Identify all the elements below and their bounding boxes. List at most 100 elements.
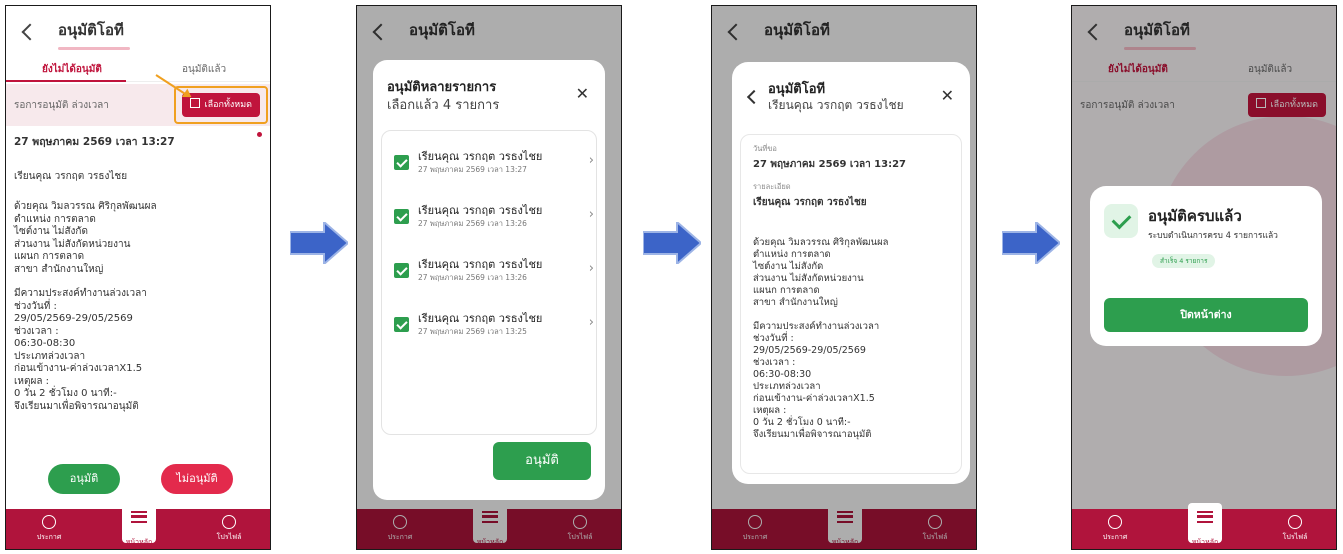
close-icon[interactable]: ✕ bbox=[576, 84, 589, 103]
detail-label: รายละเอียด bbox=[753, 182, 791, 191]
menu-icon bbox=[1197, 511, 1213, 523]
back-icon[interactable] bbox=[20, 22, 36, 42]
close-window-button[interactable]: ปิดหน้าต่าง bbox=[1104, 298, 1308, 332]
bottom-nav: ประกาศ หน้าหลัก โปรไฟล์ bbox=[1072, 503, 1336, 549]
detail-line: มีความประสงค์ทำงานล่วงเวลา bbox=[753, 321, 880, 332]
detail-name: เรียนคุณ วรกฤต วรธงไชย bbox=[753, 197, 867, 208]
checkbox-checked-icon[interactable] bbox=[394, 209, 409, 224]
nav-news-label: ประกาศ bbox=[1102, 533, 1128, 541]
select-all-button[interactable]: เลือกทั้งหมด bbox=[181, 93, 260, 117]
list-item[interactable]: เรียนคุณ วรกฤต วรธงไชย 27 พฤษภาคม 2569 เ… bbox=[394, 309, 594, 349]
phone-screen-1: อนุมัติโอที ยังไม่ได้อนุมัติ อนุมัติแล้ว… bbox=[5, 5, 271, 550]
body-line: ด้วยคุณ วิมลวรรณ ศิริกุลพัฒนผล bbox=[14, 201, 157, 212]
body-line: ตำแหน่ง การตลาด bbox=[753, 249, 831, 260]
success-modal: อนุมัติครบแล้ว ระบบดำเนินการครบ 4 รายการ… bbox=[1090, 186, 1322, 346]
body-line: สาขา สำนักงานใหญ่ bbox=[14, 263, 104, 275]
detail-line: 29/05/2569-29/05/2569 bbox=[14, 313, 133, 324]
detail-line: ช่วงเวลา : bbox=[753, 357, 796, 368]
nav-profile[interactable]: โปรไฟล์ bbox=[204, 515, 254, 543]
nav-home[interactable]: หน้าหลัก bbox=[114, 503, 164, 546]
detail-line: จึงเรียนมาเพื่อพิจารณาอนุมัติ bbox=[753, 429, 872, 440]
chevron-right-icon: › bbox=[588, 207, 594, 222]
body-line: ส่วนงาน ไม่สังกัดหน่วยงาน bbox=[14, 238, 131, 250]
detail-line: 0 วัน 2 ชั่วโมง 0 นาที:- bbox=[753, 417, 851, 428]
nav-news[interactable]: ประกาศ bbox=[1090, 515, 1140, 543]
list-item[interactable]: เรียนคุณ วรกฤต วรธงไชย 27 พฤษภาคม 2569 เ… bbox=[394, 255, 594, 295]
list-item[interactable]: เรียนคุณ วรกฤต วรธงไชย 27 พฤษภาคม 2569 เ… bbox=[394, 147, 594, 187]
nav-home-label: หน้าหลัก bbox=[1191, 538, 1219, 546]
profile-icon bbox=[1288, 515, 1302, 529]
body-line: แผนก การตลาด bbox=[753, 285, 820, 296]
flow-arrow-icon bbox=[290, 222, 348, 264]
active-tab-indicator bbox=[6, 80, 126, 82]
selected-list: เรียนคุณ วรกฤต วรธงไชย 27 พฤษภาคม 2569 เ… bbox=[381, 130, 597, 435]
detail-card: วันที่ขอ 27 พฤษภาคม 2569 เวลา 13:27 รายล… bbox=[740, 134, 962, 474]
close-icon[interactable]: ✕ bbox=[941, 86, 954, 105]
page-title: อนุมัติโอที bbox=[58, 21, 124, 39]
megaphone-icon bbox=[1108, 515, 1122, 529]
ot-detail-modal: อนุมัติโอที เรียนคุณ วรกฤต วรธงไชย ✕ วัน… bbox=[732, 62, 970, 484]
detail-content: วันที่ขอ 27 พฤษภาคม 2569 เวลา 13:27 รายล… bbox=[753, 143, 959, 441]
tab-pending[interactable]: ยังไม่ได้อนุมัติ bbox=[42, 62, 102, 77]
approve-button[interactable]: อนุมัติ bbox=[48, 464, 120, 494]
menu-icon bbox=[131, 511, 147, 523]
approve-selected-button[interactable]: อนุมัติ bbox=[493, 442, 591, 480]
detail-line: จึงเรียนมาเพื่อพิจารณาอนุมัติ bbox=[14, 400, 139, 412]
checkbox-checked-icon[interactable] bbox=[394, 263, 409, 278]
check-icon bbox=[1104, 204, 1138, 238]
filter-label: รอการอนุมัติ ล่วงเวลา bbox=[14, 100, 109, 111]
request-datetime: 27 พฤษภาคม 2569 เวลา 13:27 bbox=[14, 136, 175, 148]
detail-line: 06:30-08:30 bbox=[14, 338, 76, 349]
detail-line: ช่วงวันที่ : bbox=[14, 300, 57, 312]
modal-subtitle: เรียนคุณ วรกฤต วรธงไชย bbox=[768, 98, 904, 112]
stage: อนุมัติโอที ยังไม่ได้อนุมัติ อนุมัติแล้ว… bbox=[0, 0, 1343, 554]
detail-line: ช่วงเวลา : bbox=[14, 325, 59, 337]
detail-line: มีความประสงค์ทำงานล่วงเวลา bbox=[14, 288, 147, 299]
detail-line: เหตุผล : bbox=[14, 375, 50, 387]
back-icon[interactable] bbox=[746, 90, 758, 102]
detail-line: 0 วัน 2 ชั่วโมง 0 นาที:- bbox=[14, 388, 117, 399]
filter-bar: รอการอนุมัติ ล่วงเวลา เลือกทั้งหมด bbox=[6, 84, 270, 126]
flow-arrow-icon bbox=[643, 222, 701, 264]
unread-dot bbox=[257, 132, 262, 137]
title-underline bbox=[58, 47, 130, 50]
date-label: วันที่ขอ bbox=[753, 144, 777, 153]
chevron-right-icon: › bbox=[588, 261, 594, 276]
detail-line: 29/05/2569-29/05/2569 bbox=[753, 345, 866, 356]
chevron-right-icon: › bbox=[588, 315, 594, 330]
checkbox-checked-icon[interactable] bbox=[394, 317, 409, 332]
item-date: 27 พฤษภาคม 2569 เวลา 13:25 bbox=[418, 327, 527, 336]
select-all-label: เลือกทั้งหมด bbox=[204, 100, 252, 110]
chevron-right-icon: › bbox=[588, 153, 594, 168]
nav-news[interactable]: ประกาศ bbox=[24, 515, 74, 543]
flow-arrow-icon bbox=[1002, 222, 1060, 264]
app-header: อนุมัติโอที bbox=[6, 6, 270, 56]
item-date: 27 พฤษภาคม 2569 เวลา 13:26 bbox=[418, 273, 527, 282]
request-content: 27 พฤษภาคม 2569 เวลา 13:27 เรียนคุณ วรกฤ… bbox=[14, 136, 254, 413]
phone-screen-3: อนุมัติโอที ประกาศ หน้าหลัก โปรไฟล์ อนุม… bbox=[711, 5, 977, 550]
item-date: 27 พฤษภาคม 2569 เวลา 13:26 bbox=[418, 219, 527, 228]
request-dear: เรียนคุณ วรกฤต วรธงไชย bbox=[14, 170, 128, 182]
detail-line: ก่อนเข้างาน-ค่าล่วงเวลาX1.5 bbox=[753, 393, 875, 404]
modal-subtitle: เลือกแล้ว 4 รายการ bbox=[387, 98, 500, 113]
megaphone-icon bbox=[42, 515, 56, 529]
bottom-nav: ประกาศ หน้าหลัก โปรไฟล์ bbox=[6, 503, 270, 549]
nav-profile-label: โปรไฟล์ bbox=[216, 533, 242, 541]
nav-news-label: ประกาศ bbox=[36, 533, 62, 541]
body-line: ไซต์งาน ไม่สังกัด bbox=[753, 261, 824, 272]
nav-profile[interactable]: โปรไฟล์ bbox=[1270, 515, 1320, 543]
checkbox-checked-icon[interactable] bbox=[394, 155, 409, 170]
body-line: แผนก การตลาด bbox=[14, 251, 85, 262]
body-line: ไซต์งาน ไม่สังกัด bbox=[14, 226, 88, 237]
reject-button[interactable]: ไม่อนุมัติ bbox=[161, 464, 233, 494]
detail-line: ก่อนเข้างาน-ค่าล่วงเวลาX1.5 bbox=[14, 363, 143, 374]
detail-line: ประเภทล่วงเวลา bbox=[753, 381, 821, 392]
phone-screen-2: อนุมัติโอที ประกาศ หน้าหลัก โปรไฟล์ อนุม… bbox=[356, 5, 622, 550]
nav-home[interactable]: หน้าหลัก bbox=[1180, 503, 1230, 546]
success-description: ระบบดำเนินการครบ 4 รายการแล้ว bbox=[1148, 231, 1278, 241]
success-title: อนุมัติครบแล้ว bbox=[1148, 207, 1242, 225]
list-item[interactable]: เรียนคุณ วรกฤต วรธงไชย 27 พฤษภาคม 2569 เ… bbox=[394, 201, 594, 241]
profile-icon bbox=[222, 515, 236, 529]
body-line: ตำแหน่ง การตลาด bbox=[14, 213, 96, 225]
tab-approved[interactable]: อนุมัติแล้ว bbox=[182, 62, 226, 77]
